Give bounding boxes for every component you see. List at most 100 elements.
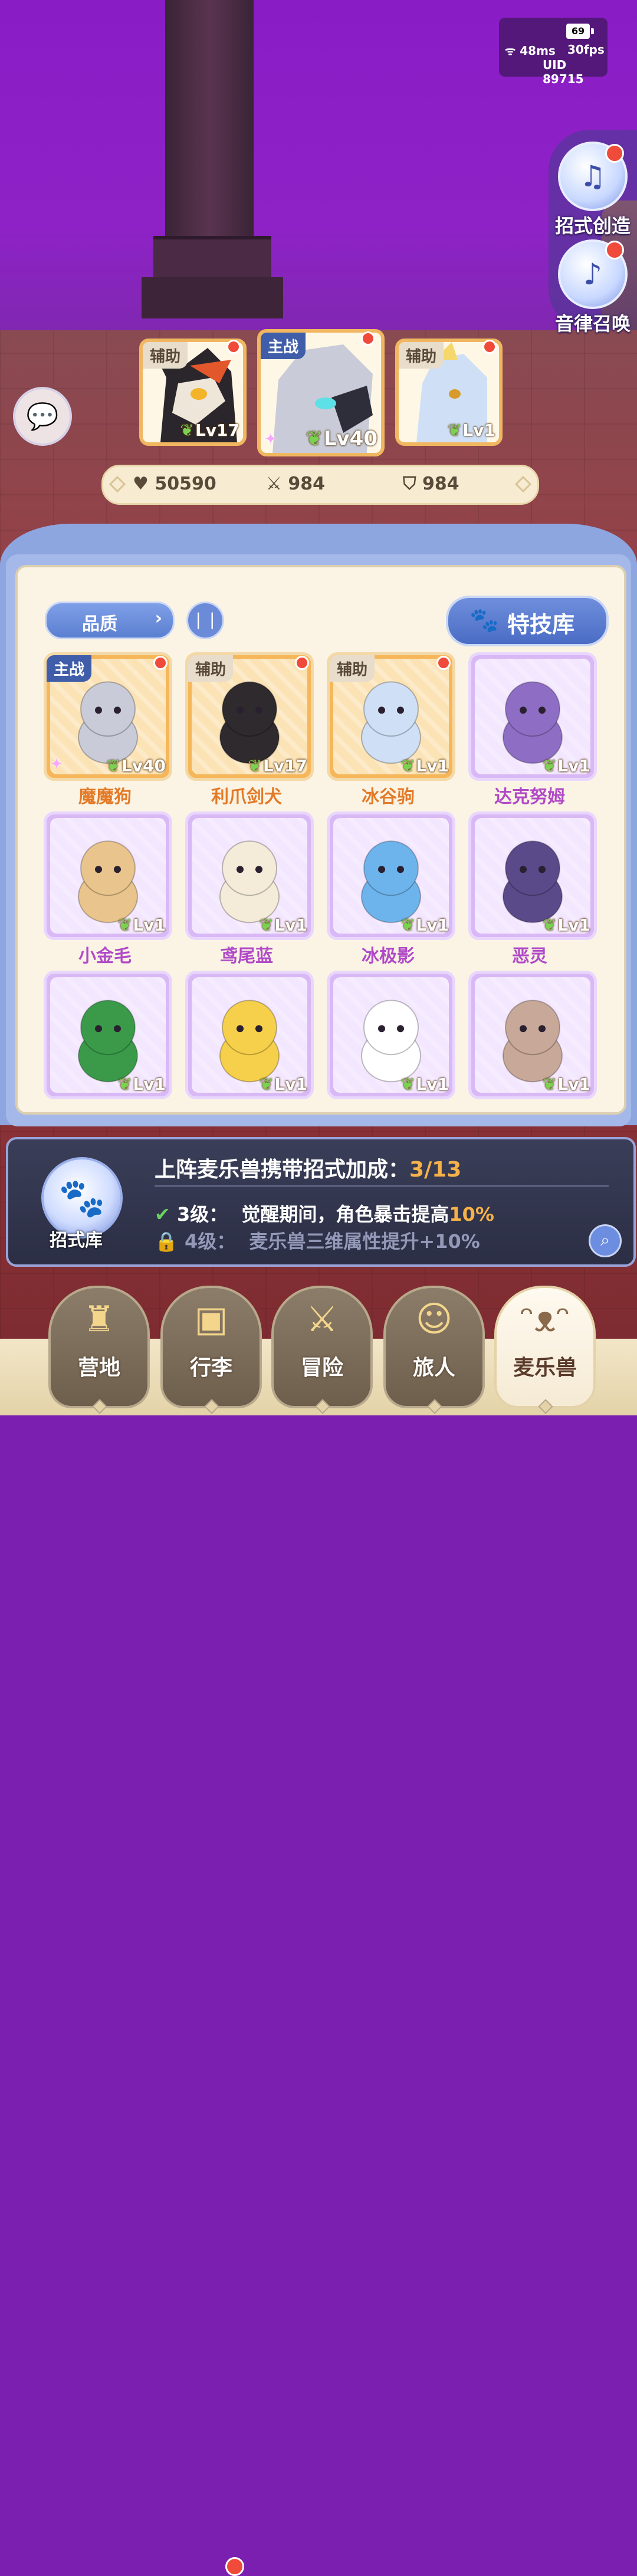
notification-dot <box>153 656 168 670</box>
notification-dot <box>361 331 375 346</box>
pet-portrait <box>503 1000 563 1083</box>
crossed-swords-icon: ⚔ <box>266 474 282 494</box>
castle-icon: ♜ <box>83 1299 115 1340</box>
level-label: ❦Lv1 <box>400 756 449 776</box>
skill-bonus-panel: 🐾 招式库 上阵麦乐兽携带招式加成：3/13 ✔ 3级： 觉醒期间，角色暴击提高… <box>6 1137 636 1267</box>
pet-name: 魔魔狗 <box>78 787 132 807</box>
check-icon: ✔ <box>155 1203 170 1225</box>
pet-name: 冰谷驹 <box>362 787 415 807</box>
bag-icon: ▣ <box>194 1299 228 1340</box>
skill-library-button[interactable]: 🐾 特技库 <box>446 596 609 646</box>
stone-pillar-pedestal <box>142 277 283 318</box>
nav-traveler[interactable]: ☺ 旅人 <box>383 1286 485 1414</box>
lock-icon: 🔒 <box>155 1230 178 1253</box>
pet-card[interactable]: ❦Lv1 <box>44 971 172 1099</box>
level-label: ❦Lv1 <box>259 915 307 935</box>
defense-stat: ⛉ 984 <box>403 474 459 494</box>
pet-name: 利爪剑犬 <box>211 787 282 807</box>
level-label: ❦Lv1 <box>542 915 590 935</box>
chat-button[interactable]: 💬 <box>13 387 72 446</box>
level-label: ❦Lv17 <box>180 420 239 440</box>
level-label: ❦Lv1 <box>400 915 449 935</box>
chat-bubble-icon: 💬 <box>26 402 59 432</box>
quality-filter-button[interactable]: 品质 › <box>45 602 175 639</box>
notification-dot <box>225 2557 244 2576</box>
divider <box>155 1185 609 1187</box>
level-label: ❦Lv1 <box>542 1075 590 1094</box>
ping-readout: ᯤ 48ms <box>505 44 556 58</box>
pet-name: 达克努姆 <box>494 787 565 807</box>
move-creation-button[interactable]: ♫ 招式创造 <box>549 142 637 238</box>
battery-indicator: 69 <box>566 24 594 39</box>
pet-card[interactable]: ❦Lv1 <box>468 811 597 940</box>
notification-dot <box>436 656 451 670</box>
codex-button[interactable]: ❘❘ <box>186 602 224 639</box>
sprout-icon: ❦ <box>542 756 557 776</box>
sprout-icon: ❦ <box>306 427 323 451</box>
level-label: ❦Lv1 <box>259 1075 307 1094</box>
uid-readout: UID 89715 <box>543 58 584 86</box>
notification-dot <box>605 144 624 163</box>
shield-icon: ⛉ <box>403 474 416 494</box>
level-label: ❦Lv1 <box>117 1075 166 1094</box>
pet-card[interactable]: ❦Lv1 <box>468 652 597 781</box>
team-slot-support-1[interactable]: 辅助 ❦Lv17 <box>139 339 247 446</box>
pet-card[interactable]: ❦Lv1 <box>185 811 314 940</box>
pet-portrait <box>78 681 138 764</box>
sprout-icon: ❦ <box>259 915 274 935</box>
wifi-icon: ᯤ <box>505 44 516 58</box>
level-label: ❦Lv1 <box>400 1075 449 1094</box>
support-tag: 辅助 <box>399 342 444 369</box>
pet-card[interactable]: ❦Lv1 <box>327 971 455 1099</box>
pet-portrait <box>361 840 421 924</box>
level-label: ❦Lv1 <box>447 420 495 440</box>
pet-icon: ᵔᴥᵔ <box>519 1299 571 1340</box>
support-tag: 辅助 <box>330 655 375 682</box>
nav-pets[interactable]: ᵔᴥᵔ 麦乐兽 <box>494 1286 596 1414</box>
nav-bag[interactable]: ▣ 行李 <box>160 1286 262 1414</box>
team-slot-main[interactable]: 主战 ✦ ❦Lv40 <box>257 329 385 456</box>
chevron-right-icon: › <box>155 608 162 629</box>
pet-card[interactable]: ❦Lv1 <box>327 811 455 940</box>
crossed-swords-icon: ⚔ <box>306 1299 338 1340</box>
sprout-icon: ❦ <box>259 1075 274 1094</box>
pet-portrait <box>219 1000 280 1083</box>
fps-readout: 30fps <box>567 42 605 57</box>
level-label: ❦Lv1 <box>542 756 590 776</box>
zoom-icon[interactable]: ⌕ <box>589 1224 622 1257</box>
level-label: ❦Lv1 <box>117 915 166 935</box>
paw-icon: 🐾 <box>469 607 499 634</box>
network-status: 69 ᯤ 48ms 30fps UID 89715 <box>499 18 608 86</box>
main-tag: 主战 <box>261 333 306 359</box>
traveler-icon: ☺ <box>415 1299 453 1340</box>
pet-card[interactable]: ❦Lv1 <box>468 971 597 1099</box>
ornament <box>109 475 126 493</box>
notification-dot <box>482 340 497 354</box>
ornament <box>514 475 532 493</box>
sparkle-icon: ✦ <box>50 755 63 773</box>
level-label: ❦Lv17 <box>248 756 307 776</box>
hp-stat: ♥ 50590 <box>133 474 216 494</box>
book-icon: ❘❘ <box>191 610 219 629</box>
sprout-icon: ❦ <box>400 915 415 935</box>
pet-card[interactable]: 辅助 ❦Lv1 <box>327 652 455 781</box>
notification-dot <box>226 340 241 354</box>
sprout-icon: ❦ <box>117 915 132 935</box>
pet-portrait <box>503 840 563 924</box>
pet-portrait <box>219 840 280 924</box>
pet-name: 小金毛 <box>78 946 132 967</box>
attack-stat: ⚔ 984 <box>266 474 325 494</box>
pet-card[interactable]: 主战 ✦ ❦Lv40 <box>44 652 172 781</box>
pet-portrait <box>503 681 563 764</box>
support-tag: 辅助 <box>188 655 234 682</box>
nav-adventure[interactable]: ⚔ 冒险 <box>271 1286 373 1414</box>
nav-camp[interactable]: ♜ 营地 <box>48 1286 150 1414</box>
level-label: ❦Lv40 <box>306 427 377 451</box>
notification-dot <box>295 656 309 670</box>
pet-card[interactable]: ❦Lv1 <box>44 811 172 940</box>
rhythm-summon-button[interactable]: ♪ 音律召唤 <box>549 239 637 336</box>
pet-card[interactable]: 辅助 ❦Lv17 <box>185 652 314 781</box>
pet-card[interactable]: ❦Lv1 <box>185 971 314 1099</box>
team-slot-support-2[interactable]: 辅助 ❦Lv1 <box>395 339 503 446</box>
sparkle-icon: ✦ <box>264 431 277 448</box>
